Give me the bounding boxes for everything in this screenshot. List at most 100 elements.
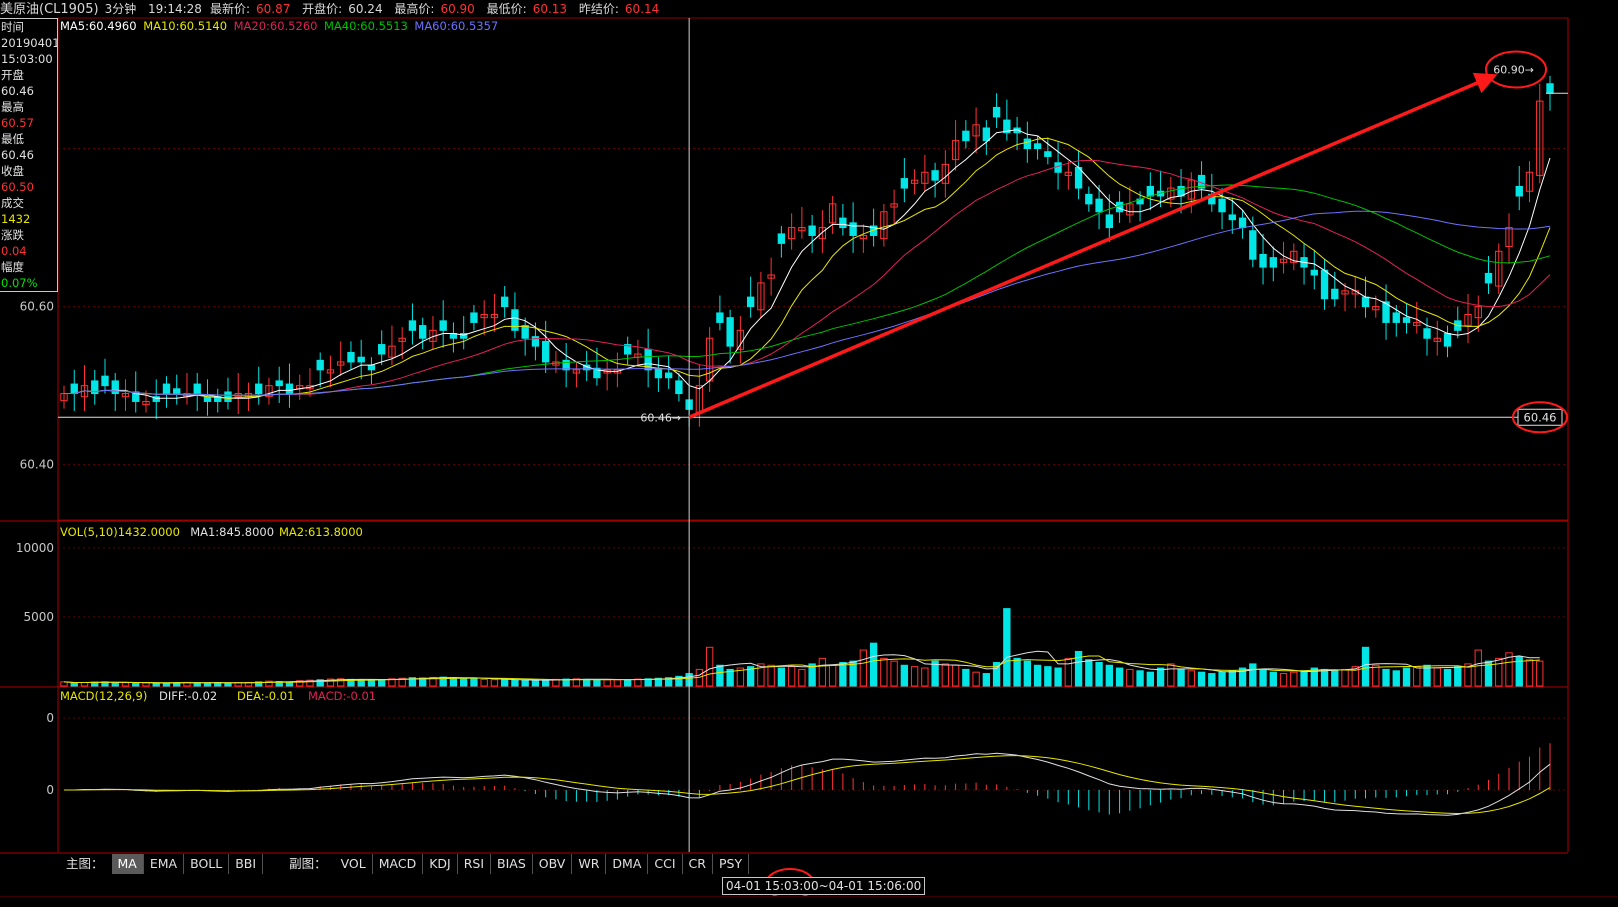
- candle-body: [1269, 257, 1277, 268]
- open-label: 开盘价:: [302, 2, 343, 16]
- candle-body: [193, 383, 201, 395]
- volume-bar: [1105, 664, 1114, 687]
- volume-bar: [1443, 668, 1452, 687]
- tab-rsi[interactable]: RSI: [458, 854, 492, 874]
- price-panel-frame: [57, 17, 1569, 521]
- candle-body: [808, 225, 816, 236]
- volume-bar: [777, 667, 786, 687]
- ma10-line: [64, 137, 1551, 399]
- volume-bar: [1331, 670, 1339, 687]
- candle-body: [1146, 185, 1154, 197]
- candle-body: [316, 359, 324, 371]
- volume-bar: [859, 649, 868, 687]
- candle-body: [849, 222, 857, 236]
- main-chart-label: 主图：: [66, 856, 104, 871]
- tab-psy[interactable]: PSY: [713, 854, 750, 874]
- volume-bar: [1413, 666, 1421, 687]
- candle-body: [1331, 288, 1339, 300]
- volume-bar: [787, 666, 796, 687]
- candle-body: [1105, 214, 1114, 229]
- candle-body: [285, 383, 294, 395]
- candle-body: [408, 320, 417, 331]
- volume-bar: [449, 677, 458, 687]
- ma40-legend: MA40:60.5513: [324, 19, 408, 33]
- info-close: 60.50: [1, 180, 34, 194]
- candle-body: [654, 367, 663, 379]
- prev-settle-label: 昨结价:: [578, 2, 619, 16]
- volume-bar: [798, 668, 806, 687]
- tab-wr[interactable]: WR: [572, 854, 607, 874]
- candle-body: [1259, 253, 1267, 268]
- tab-cr[interactable]: CR: [683, 854, 713, 874]
- period-label[interactable]: 3分钟: [105, 2, 137, 16]
- volume-bar: [531, 679, 540, 687]
- volume-bar: [367, 679, 376, 687]
- tab-obv[interactable]: OBV: [533, 854, 573, 874]
- volume-bar: [1361, 646, 1370, 687]
- volume-bar: [1156, 667, 1165, 687]
- tab-ma[interactable]: MA: [111, 854, 144, 874]
- volume-tick-label: 5000: [23, 610, 54, 624]
- info-percent-label: 幅度: [1, 260, 24, 274]
- kline-chart[interactable]: 60.60 60.40 10000 5000 0 0 60.46→ 60.46 60.90→ MA…: [0, 0, 1618, 906]
- candle-body: [839, 217, 847, 229]
- info-percent: 0.07%: [1, 276, 38, 290]
- macd-legend: DIFF:-0.02: [159, 689, 217, 703]
- volume-bar: [460, 677, 468, 687]
- ma20-legend: MA20:60.5260: [234, 19, 318, 33]
- volume-bar: [880, 657, 888, 687]
- tab-kdj[interactable]: KDJ: [423, 854, 458, 874]
- candle-body: [275, 380, 283, 387]
- tab-dma[interactable]: DMA: [606, 854, 649, 874]
- info-volume: 1432: [1, 212, 31, 226]
- volume-bar: [972, 671, 980, 687]
- time-range-readout: 04-01 15:03:00~04-01 15:06:00: [722, 877, 926, 895]
- tab-cci[interactable]: CCI: [648, 854, 683, 874]
- volume-bar: [132, 682, 140, 687]
- macd-legend: MACD(12,26,9): [60, 689, 147, 703]
- candle-body: [1238, 217, 1247, 229]
- volume-bar: [1177, 668, 1185, 687]
- candle-body: [1085, 193, 1093, 205]
- tab-bbi[interactable]: BBI: [229, 854, 264, 874]
- candle-body: [500, 296, 509, 308]
- volume-bar: [1249, 663, 1257, 687]
- volume-bar: [521, 679, 529, 687]
- candle-body: [1515, 185, 1523, 197]
- candle-body: [224, 391, 232, 402]
- candle-body: [1546, 83, 1554, 94]
- tab-boll[interactable]: BOLL: [184, 854, 230, 874]
- volume-bar: [603, 679, 611, 687]
- quote-header: 美原油(CL1905) 3分钟 19:14:28 最新价: 60.87 开盘价: 60.…: [0, 0, 1618, 18]
- candle-body: [992, 106, 1001, 118]
- low-label: 最低价:: [486, 2, 527, 16]
- info-time: 15:03:00: [1, 52, 53, 66]
- volume-bar: [962, 668, 970, 687]
- volume-bar: [900, 664, 909, 687]
- candle-body: [746, 296, 755, 308]
- volume-bar: [767, 664, 775, 687]
- volume-bar: [1259, 668, 1267, 687]
- volume-bar: [828, 664, 837, 687]
- candle-body: [1228, 214, 1236, 221]
- volume-legend: MA1:845.8000: [190, 525, 274, 539]
- tab-ema[interactable]: EMA: [144, 854, 185, 874]
- open-value: 60.24: [348, 2, 383, 16]
- volume-bar: [818, 657, 827, 687]
- high-value: 60.90: [440, 2, 475, 16]
- candle-body: [111, 380, 119, 395]
- candle-body: [1392, 312, 1400, 323]
- info-high: 60.57: [1, 116, 34, 130]
- tab-macd[interactable]: MACD: [373, 854, 424, 874]
- tab-vol[interactable]: VOL: [335, 854, 373, 874]
- price-tick-label: 60.40: [20, 458, 54, 472]
- symbol-name[interactable]: 美原油(CL1905): [0, 2, 99, 17]
- volume-bar: [705, 646, 714, 687]
- candle-body: [962, 130, 970, 142]
- volume-bar: [541, 679, 550, 687]
- volume-bar: [1495, 657, 1503, 687]
- volume-ma5-line: [63, 650, 1540, 684]
- latest-label: 最新价:: [209, 2, 250, 16]
- ma10-legend: MA10:60.5140: [143, 19, 227, 33]
- tab-bias[interactable]: BIAS: [491, 854, 533, 874]
